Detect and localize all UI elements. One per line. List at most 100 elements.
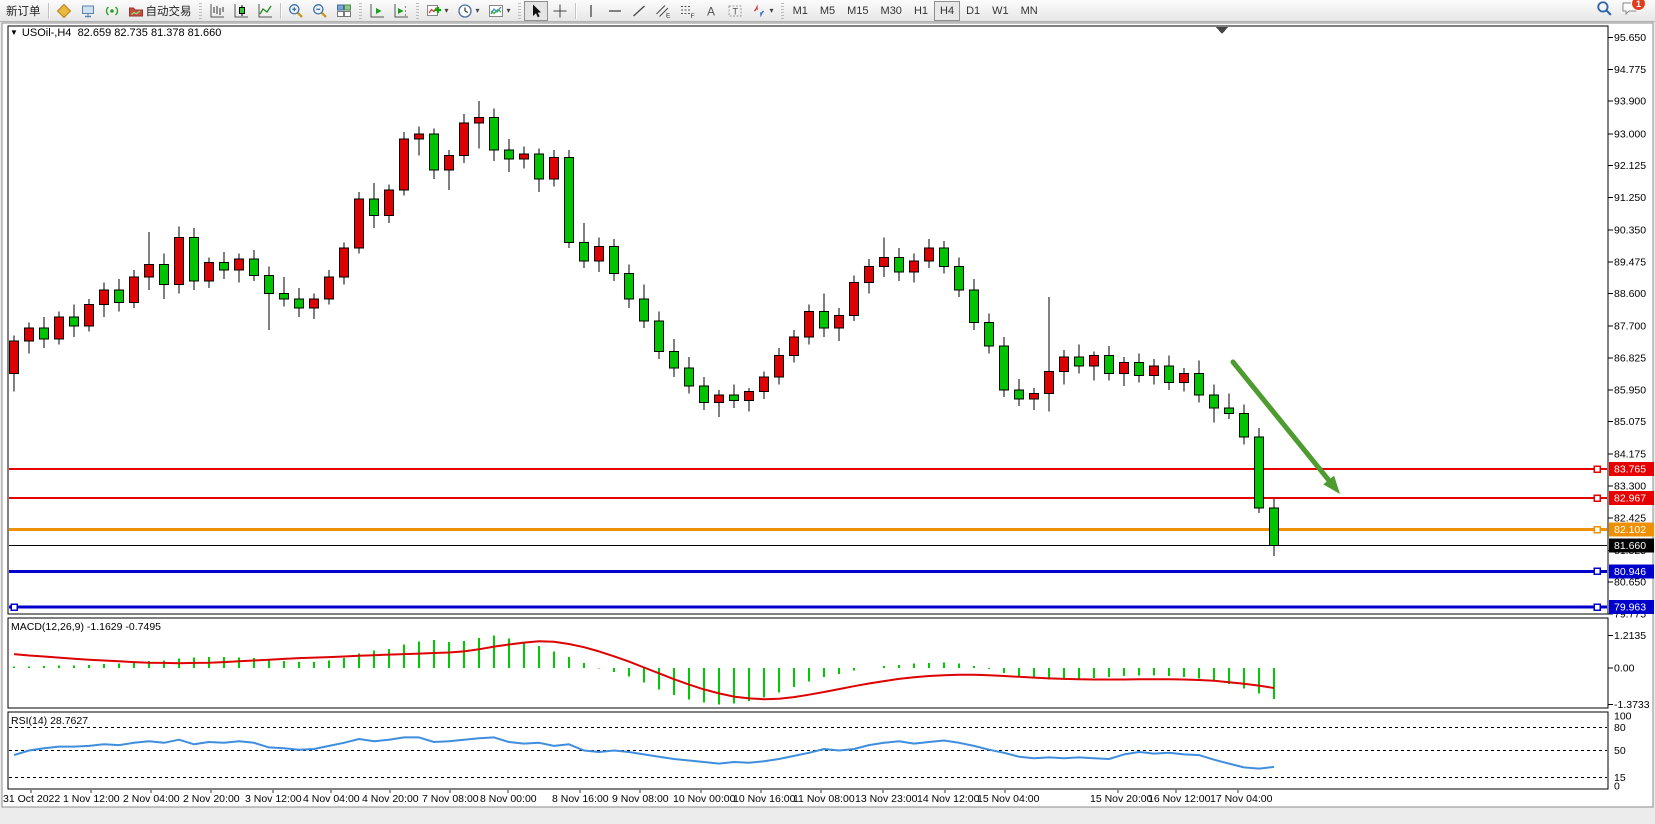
macd-indicator-label: MACD(12,26,9) -1.1629 -0.7495 [11,621,161,633]
indicators-button[interactable]: ▾ [422,1,453,21]
line-chart-button[interactable] [253,1,277,21]
trendline-button[interactable] [627,1,651,21]
auto-scroll-icon [369,3,385,19]
signals-button[interactable] [100,1,124,21]
svg-text:85.950: 85.950 [1614,384,1646,396]
fibonacci-icon: F [679,3,695,19]
svg-text:T: T [732,6,738,16]
svg-text:89.475: 89.475 [1614,256,1646,268]
svg-text:9 Nov 08:00: 9 Nov 08:00 [612,793,669,805]
svg-text:82.102: 82.102 [1614,524,1646,536]
chart-ohlc-values: 82.659 82.735 81.378 81.660 [78,27,222,39]
zoom-out-button[interactable] [308,1,332,21]
timeframe-d1-button[interactable]: D1 [960,1,986,21]
svg-text:0: 0 [1614,781,1620,793]
svg-text:82.425: 82.425 [1614,512,1646,524]
svg-text:-1.3733: -1.3733 [1614,699,1650,711]
toolbar-grip[interactable] [518,3,521,19]
zoom-out-icon [312,3,328,19]
svg-text:2 Nov 20:00: 2 Nov 20:00 [183,793,240,805]
virtual-hosting-button[interactable] [76,1,100,21]
candlestick-chart-icon [233,3,249,19]
periods-button[interactable]: ▾ [453,1,484,21]
svg-text:50: 50 [1614,745,1626,757]
arrows-button[interactable]: ▾ [747,1,778,21]
svg-text:7 Nov 08:00: 7 Nov 08:00 [422,793,479,805]
timeframe-m15-button[interactable]: M15 [841,1,874,21]
svg-text:80.946: 80.946 [1614,566,1646,578]
svg-text:8 Nov 16:00: 8 Nov 16:00 [552,793,609,805]
chart-shift-icon [393,3,409,19]
timeframe-h1-button[interactable]: H1 [908,1,934,21]
chevron-down-icon: ▾ [445,6,449,15]
crosshair-icon [552,3,568,19]
crosshair-button[interactable] [548,1,572,21]
svg-text:4 Nov 20:00: 4 Nov 20:00 [362,793,419,805]
horizontal-line-icon [607,3,623,19]
text-button[interactable]: A [699,1,723,21]
zoom-in-button[interactable] [284,1,308,21]
svg-text:3 Nov 12:00: 3 Nov 12:00 [245,793,302,805]
chart-shift-button[interactable] [389,1,413,21]
svg-text:88.600: 88.600 [1614,288,1646,300]
clock-icon [457,3,473,19]
new-order-button[interactable]: 新订单 [2,1,45,21]
text-label-button[interactable]: T [723,1,747,21]
signal-waves-icon [104,3,120,19]
svg-text:93.900: 93.900 [1614,96,1646,108]
arrow-objects-icon [751,3,767,19]
svg-text:100: 100 [1614,711,1632,723]
svg-text:79.963: 79.963 [1614,602,1646,614]
svg-text:10 Nov 00:00: 10 Nov 00:00 [673,793,736,805]
svg-text:94.775: 94.775 [1614,64,1646,76]
timeframe-m5-button[interactable]: M5 [814,1,841,21]
svg-text:F: F [690,13,694,19]
svg-text:4 Nov 04:00: 4 Nov 04:00 [303,793,360,805]
svg-text:83.300: 83.300 [1614,481,1646,493]
symbol-dropdown-icon[interactable]: ▼ [10,28,18,37]
toolbar-grip[interactable] [781,3,784,19]
svg-text:13 Nov 23:00: 13 Nov 23:00 [855,793,918,805]
horizontal-line-button[interactable] [603,1,627,21]
timeframe-mn-button[interactable]: MN [1015,1,1044,21]
timeframe-m30-button[interactable]: M30 [875,1,908,21]
templates-button[interactable]: ▾ [484,1,515,21]
equidistant-channel-button[interactable]: E [651,1,675,21]
svg-text:0.00: 0.00 [1614,663,1635,675]
auto-trading-button[interactable]: 自动交易 [124,1,196,21]
svg-text:85.075: 85.075 [1614,416,1646,428]
tile-windows-button[interactable] [332,1,356,21]
toolbar-grip[interactable] [416,3,419,19]
cursor-button[interactable] [524,1,548,21]
toolbar-separator [48,3,49,19]
svg-text:31 Oct 2022: 31 Oct 2022 [3,793,60,805]
search-icon[interactable] [1596,0,1613,22]
fibonacci-button[interactable]: F [675,1,699,21]
auto-scroll-button[interactable] [365,1,389,21]
chat-button[interactable]: 1 [1621,0,1639,21]
svg-text:15 Nov 04:00: 15 Nov 04:00 [977,793,1040,805]
toolbar-grip[interactable] [359,3,362,19]
timeframe-w1-button[interactable]: W1 [986,1,1015,21]
timeframe-m1-button[interactable]: M1 [787,1,814,21]
svg-text:87.700: 87.700 [1614,321,1646,333]
chart-area: 95.65094.77593.90093.00092.12591.25090.3… [0,0,1655,824]
bar-chart-button[interactable] [205,1,229,21]
svg-text:A: A [707,4,715,18]
vertical-line-icon [583,3,599,19]
indicators-plus-icon [426,3,442,19]
vertical-line-button[interactable] [579,1,603,21]
svg-text:2 Nov 04:00: 2 Nov 04:00 [123,793,180,805]
toolbar: 新订单 自动交易 [0,0,1655,22]
svg-text:1 Nov 12:00: 1 Nov 12:00 [63,793,120,805]
chart-title: ▼USOil-,H4 82.659 82.735 81.378 81.660 [10,27,221,39]
timeframe-h4-button[interactable]: H4 [934,1,960,21]
svg-text:93.000: 93.000 [1614,128,1646,140]
text-label-icon: T [727,3,743,19]
svg-text:90.350: 90.350 [1614,225,1646,237]
candlestick-chart-button[interactable] [229,1,253,21]
channel-icon: E [655,3,671,19]
toolbar-grip[interactable] [199,3,202,19]
cursor-arrow-icon [528,3,544,19]
mql5-community-button[interactable] [52,1,76,21]
